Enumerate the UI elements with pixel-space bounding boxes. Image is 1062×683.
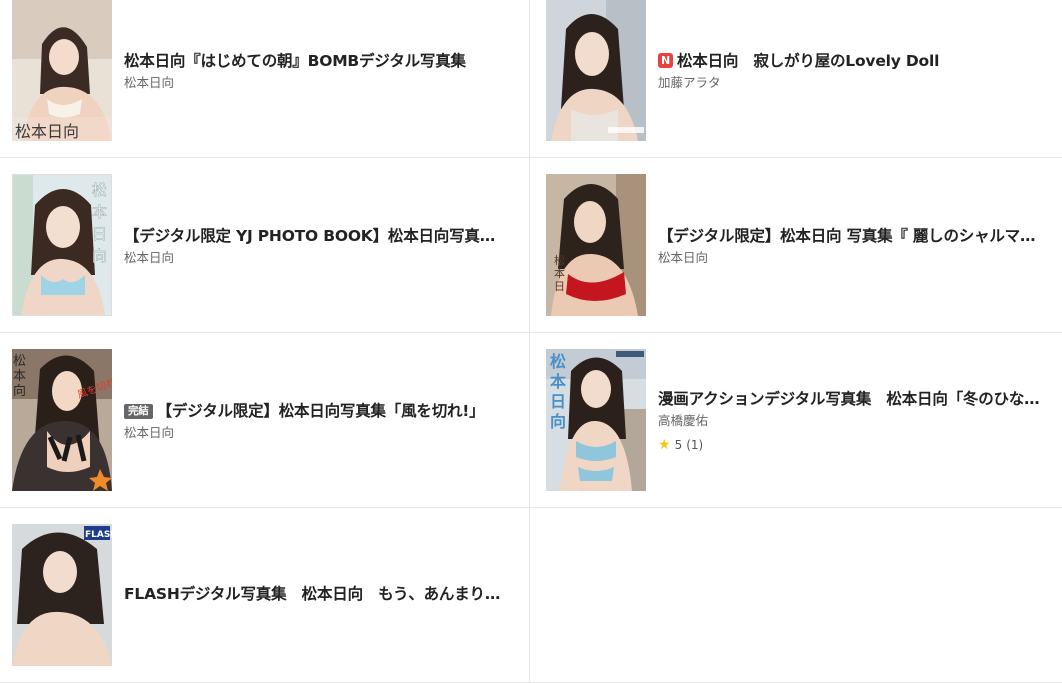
book-item[interactable]: FLASH FLASHデジタル写真集 松本日向 もう、あんまり見ん… xyxy=(0,508,530,683)
svg-text:向: 向 xyxy=(550,412,566,431)
book-author[interactable]: 松本日向 xyxy=(124,75,509,91)
book-title[interactable]: 松本日向『はじめての朝』BOMBデジタル写真集 xyxy=(124,50,509,72)
svg-text:松: 松 xyxy=(13,354,26,369)
svg-text:松: 松 xyxy=(554,253,565,267)
book-title[interactable]: 漫画アクションデジタル写真集 松本日向「冬のひな… xyxy=(658,388,1042,410)
svg-text:日: 日 xyxy=(92,225,107,243)
svg-text:松: 松 xyxy=(92,181,107,199)
svg-text:松: 松 xyxy=(550,352,566,371)
svg-text:向: 向 xyxy=(92,247,107,265)
svg-text:FLASH: FLASH xyxy=(85,530,112,540)
svg-text:向: 向 xyxy=(13,383,26,399)
book-cover[interactable]: 松 本 日 向 xyxy=(546,349,646,491)
completed-badge: 完結 xyxy=(124,403,153,419)
book-item[interactable]: 松 本 向 風を切れ! 完結 【デジタル限定】松本日向写真集「風を切れ!」 松本日… xyxy=(0,333,530,508)
empty-cell xyxy=(530,508,1062,683)
new-badge: N xyxy=(658,52,673,68)
svg-text:松本日向: 松本日向 xyxy=(15,122,79,141)
rating-value: 5 xyxy=(674,437,683,452)
book-title-text[interactable]: 【デジタル限定】松本日向写真集「風を切れ!」 xyxy=(157,402,485,420)
book-title[interactable]: FLASHデジタル写真集 松本日向 もう、あんまり見ん… xyxy=(124,583,509,605)
book-author[interactable]: 松本日向 xyxy=(124,250,509,266)
book-author[interactable]: 高橋慶佑 xyxy=(658,413,1042,429)
book-item[interactable]: 松 本 日 向 【デジタル限定 YJ PHOTO BOOK】松本日向写真集「… … xyxy=(0,158,530,333)
book-title[interactable]: 【デジタル限定 YJ PHOTO BOOK】松本日向写真集「… xyxy=(124,225,509,247)
rating: ★ 5 (1) xyxy=(658,437,1042,453)
svg-text:本: 本 xyxy=(13,369,26,384)
book-grid: 松本日向 松本日向『はじめての朝』BOMBデジタル写真集 松本日向 N 松本日向 … xyxy=(0,0,1062,683)
book-title[interactable]: 【デジタル限定】松本日向 写真集『 麗しのシャルマン 』 xyxy=(658,225,1042,247)
book-cover[interactable]: 松 本 日 xyxy=(546,174,646,316)
book-cover[interactable] xyxy=(546,0,646,141)
book-item[interactable]: 松本日向 松本日向『はじめての朝』BOMBデジタル写真集 松本日向 xyxy=(0,0,530,158)
book-author[interactable]: 松本日向 xyxy=(658,250,1042,266)
rating-count: (1) xyxy=(686,437,704,452)
book-title-text[interactable]: 松本日向 寂しがり屋のLovely Doll xyxy=(677,52,939,70)
svg-text:本: 本 xyxy=(92,203,107,221)
book-item[interactable]: N 松本日向 寂しがり屋のLovely Doll 加藤アラタ xyxy=(530,0,1062,158)
svg-text:日: 日 xyxy=(550,392,566,411)
svg-text:本: 本 xyxy=(550,372,566,391)
book-cover[interactable]: FLASH xyxy=(12,524,112,666)
book-cover[interactable]: 松 本 向 風を切れ! xyxy=(12,349,112,491)
book-cover[interactable]: 松 本 日 向 xyxy=(12,174,112,316)
star-icon: ★ xyxy=(658,436,671,453)
svg-text:本: 本 xyxy=(554,266,565,280)
book-title[interactable]: 完結 【デジタル限定】松本日向写真集「風を切れ!」 xyxy=(124,400,509,422)
book-author[interactable]: 松本日向 xyxy=(124,425,509,441)
svg-text:日: 日 xyxy=(554,280,565,293)
book-author[interactable]: 加藤アラタ xyxy=(658,75,1042,91)
book-item[interactable]: 松 本 日 【デジタル限定】松本日向 写真集『 麗しのシャルマン 』 松本日向 xyxy=(530,158,1062,333)
book-item[interactable]: 松 本 日 向 漫画アクションデジタル写真集 松本日向「冬のひな… 高橋慶佑 ★… xyxy=(530,333,1062,508)
book-cover[interactable]: 松本日向 xyxy=(12,0,112,141)
book-title[interactable]: N 松本日向 寂しがり屋のLovely Doll xyxy=(658,50,1042,72)
